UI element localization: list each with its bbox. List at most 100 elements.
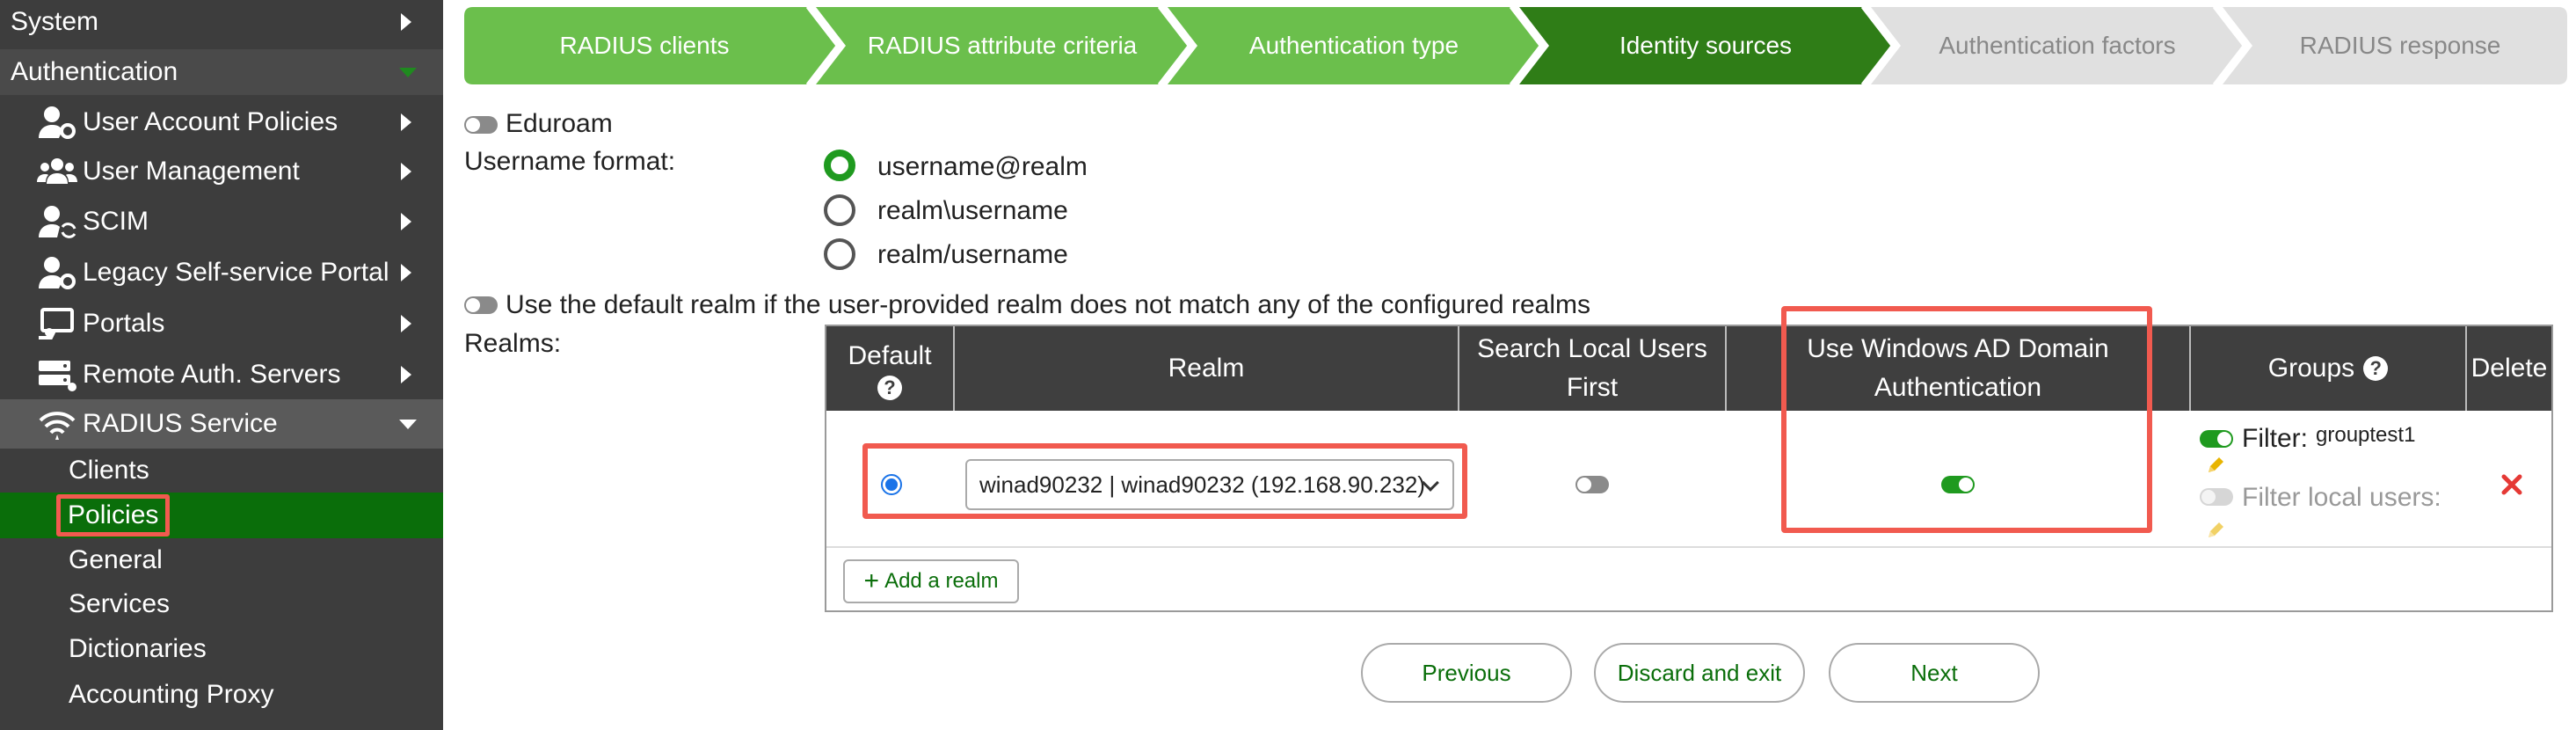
- realms-label: Realms:: [464, 329, 562, 358]
- sidebar-item-remote-auth-servers[interactable]: Remote Auth. Servers: [0, 350, 443, 399]
- sidebar-item-scim[interactable]: SCIM: [0, 197, 443, 246]
- step-label: Authentication type: [1248, 32, 1459, 59]
- username-format-radio-backslash[interactable]: [824, 194, 855, 226]
- sidebar-item-label: User Management: [83, 157, 300, 186]
- sidebar-item-user-management[interactable]: User Management: [0, 148, 443, 195]
- sidebar-item-label: Services: [69, 589, 171, 618]
- chevron-down-icon: [399, 68, 417, 77]
- next-button[interactable]: Next: [1829, 643, 2040, 703]
- sidebar-item-label: General: [69, 545, 163, 574]
- sidebar-item-label: System: [11, 7, 99, 36]
- username-format-option: realm\username: [877, 196, 1068, 225]
- chevron-right-icon: [401, 13, 411, 31]
- sidebar-item-label: SCIM: [83, 207, 149, 236]
- step-radius-response[interactable]: RADIUS response: [2233, 7, 2567, 84]
- step-authentication-factors[interactable]: Authentication factors: [1881, 7, 2233, 84]
- column-header-search-local-users: Search Local Users First: [1459, 326, 1727, 411]
- column-header-default: Default ?: [826, 326, 955, 411]
- sidebar-item-user-account-policies[interactable]: User Account Policies: [0, 99, 443, 146]
- default-realm-toggle[interactable]: [464, 296, 498, 314]
- sidebar-item-label: Dictionaries: [69, 634, 207, 663]
- users-icon: [37, 158, 77, 184]
- sidebar-item-radius-service[interactable]: RADIUS Service: [0, 399, 443, 449]
- chevron-right-icon: [401, 113, 411, 131]
- sidebar-item-portals[interactable]: Portals: [0, 299, 443, 348]
- edit-pencil-icon[interactable]: [2207, 455, 2226, 474]
- button-label: Next: [1910, 659, 1958, 686]
- header-label: Groups: [2267, 354, 2355, 383]
- sidebar-item-system[interactable]: System: [0, 0, 443, 44]
- step-label: Authentication factors: [1939, 32, 2176, 59]
- help-icon[interactable]: ?: [2363, 356, 2389, 381]
- sidebar-item-legacy-self-service-portal[interactable]: Legacy Self-service Portal: [0, 248, 443, 297]
- header-label: Delete: [2470, 354, 2548, 383]
- help-icon[interactable]: ?: [877, 376, 902, 400]
- sidebar-item-label: Portals: [83, 309, 165, 338]
- delete-icon[interactable]: [2500, 473, 2523, 496]
- header-label: Search Local Users: [1477, 334, 1707, 363]
- username-format-option: username@realm: [877, 152, 1088, 181]
- add-realm-label: Add a realm: [884, 569, 999, 593]
- column-header-delete: Delete: [2467, 326, 2551, 411]
- column-header-groups: Groups ?: [2191, 326, 2467, 411]
- step-label: RADIUS response: [2299, 32, 2501, 59]
- step-radius-clients[interactable]: RADIUS clients: [464, 7, 825, 84]
- groups-filter-toggle[interactable]: [2200, 430, 2233, 448]
- servers-icon: [39, 361, 76, 391]
- groups-filter-value: grouptest1: [2316, 423, 2416, 447]
- chevron-right-icon: [401, 366, 411, 383]
- username-format-radio-slash[interactable]: [824, 238, 855, 270]
- user-cog-icon: [39, 106, 76, 139]
- sidebar-subitem-accounting-proxy[interactable]: Accounting Proxy: [0, 672, 443, 718]
- filter-local-users-toggle[interactable]: [2200, 488, 2233, 506]
- step-label: RADIUS clients: [559, 32, 730, 59]
- sidebar-item-label: Legacy Self-service Portal: [83, 258, 389, 287]
- sidebar-subitem-dictionaries[interactable]: Dictionaries: [0, 626, 443, 672]
- chevron-down-icon: [399, 420, 417, 429]
- chevron-right-icon: [401, 213, 411, 230]
- sidebar-item-label: Accounting Proxy: [69, 680, 274, 709]
- chevron-right-icon: [401, 264, 411, 281]
- plus-icon: +: [863, 566, 880, 595]
- username-format-option: realm/username: [877, 240, 1068, 269]
- wizard-stepper: RADIUS clients RADIUS attribute criteria…: [464, 7, 2567, 84]
- step-label: RADIUS attribute criteria: [867, 32, 1138, 59]
- chevron-right-icon: [401, 315, 411, 332]
- button-label: Discard and exit: [1617, 659, 1782, 686]
- add-realm-button[interactable]: + Add a realm: [843, 559, 1019, 603]
- sidebar-subitem-policies[interactable]: Policies: [0, 493, 443, 538]
- previous-button[interactable]: Previous: [1361, 643, 1572, 703]
- sidebar-item-label: User Account Policies: [83, 107, 338, 136]
- chevron-right-icon: [401, 163, 411, 180]
- button-label: Previous: [1422, 659, 1511, 686]
- username-format-radio-at[interactable]: [824, 150, 855, 181]
- sidebar-item-label: RADIUS Service: [83, 409, 278, 438]
- step-identity-sources[interactable]: Identity sources: [1530, 7, 1881, 84]
- sidebar-subitem-services[interactable]: Services: [0, 582, 443, 626]
- search-local-users-toggle[interactable]: [1575, 476, 1609, 493]
- row-divider: [826, 546, 2551, 548]
- eduroam-toggle[interactable]: [464, 116, 498, 134]
- filter-local-users-label: Filter local users:: [2242, 483, 2441, 512]
- sidebar-subitem-general[interactable]: General: [0, 538, 443, 582]
- header-label: First: [1566, 373, 1619, 402]
- eduroam-label: Eduroam: [506, 109, 613, 138]
- radius-wifi-icon: [39, 412, 76, 440]
- step-authentication-type[interactable]: Authentication type: [1178, 7, 1530, 84]
- sidebar-subitem-clients[interactable]: Clients: [0, 449, 443, 493]
- highlight-windows-ad-column: [1781, 306, 2152, 533]
- groups-filter-label: Filter:: [2242, 424, 2308, 453]
- sidebar-item-label: Remote Auth. Servers: [83, 360, 341, 389]
- edit-pencil-icon[interactable]: [2207, 520, 2226, 539]
- username-format-label: Username format:: [464, 147, 676, 176]
- sidebar-item-authentication[interactable]: Authentication: [0, 49, 443, 95]
- sidebar-item-label: Clients: [69, 456, 149, 485]
- step-label: Identity sources: [1619, 32, 1793, 59]
- portal-icon: [39, 308, 74, 339]
- user-cog-icon: [39, 257, 76, 289]
- discard-and-exit-button[interactable]: Discard and exit: [1594, 643, 1805, 703]
- sidebar: System Authentication User Account Polic…: [0, 0, 443, 730]
- step-radius-attribute-criteria[interactable]: RADIUS attribute criteria: [826, 7, 1178, 84]
- user-sync-icon: [39, 206, 76, 238]
- header-label: Realm: [1168, 354, 1245, 383]
